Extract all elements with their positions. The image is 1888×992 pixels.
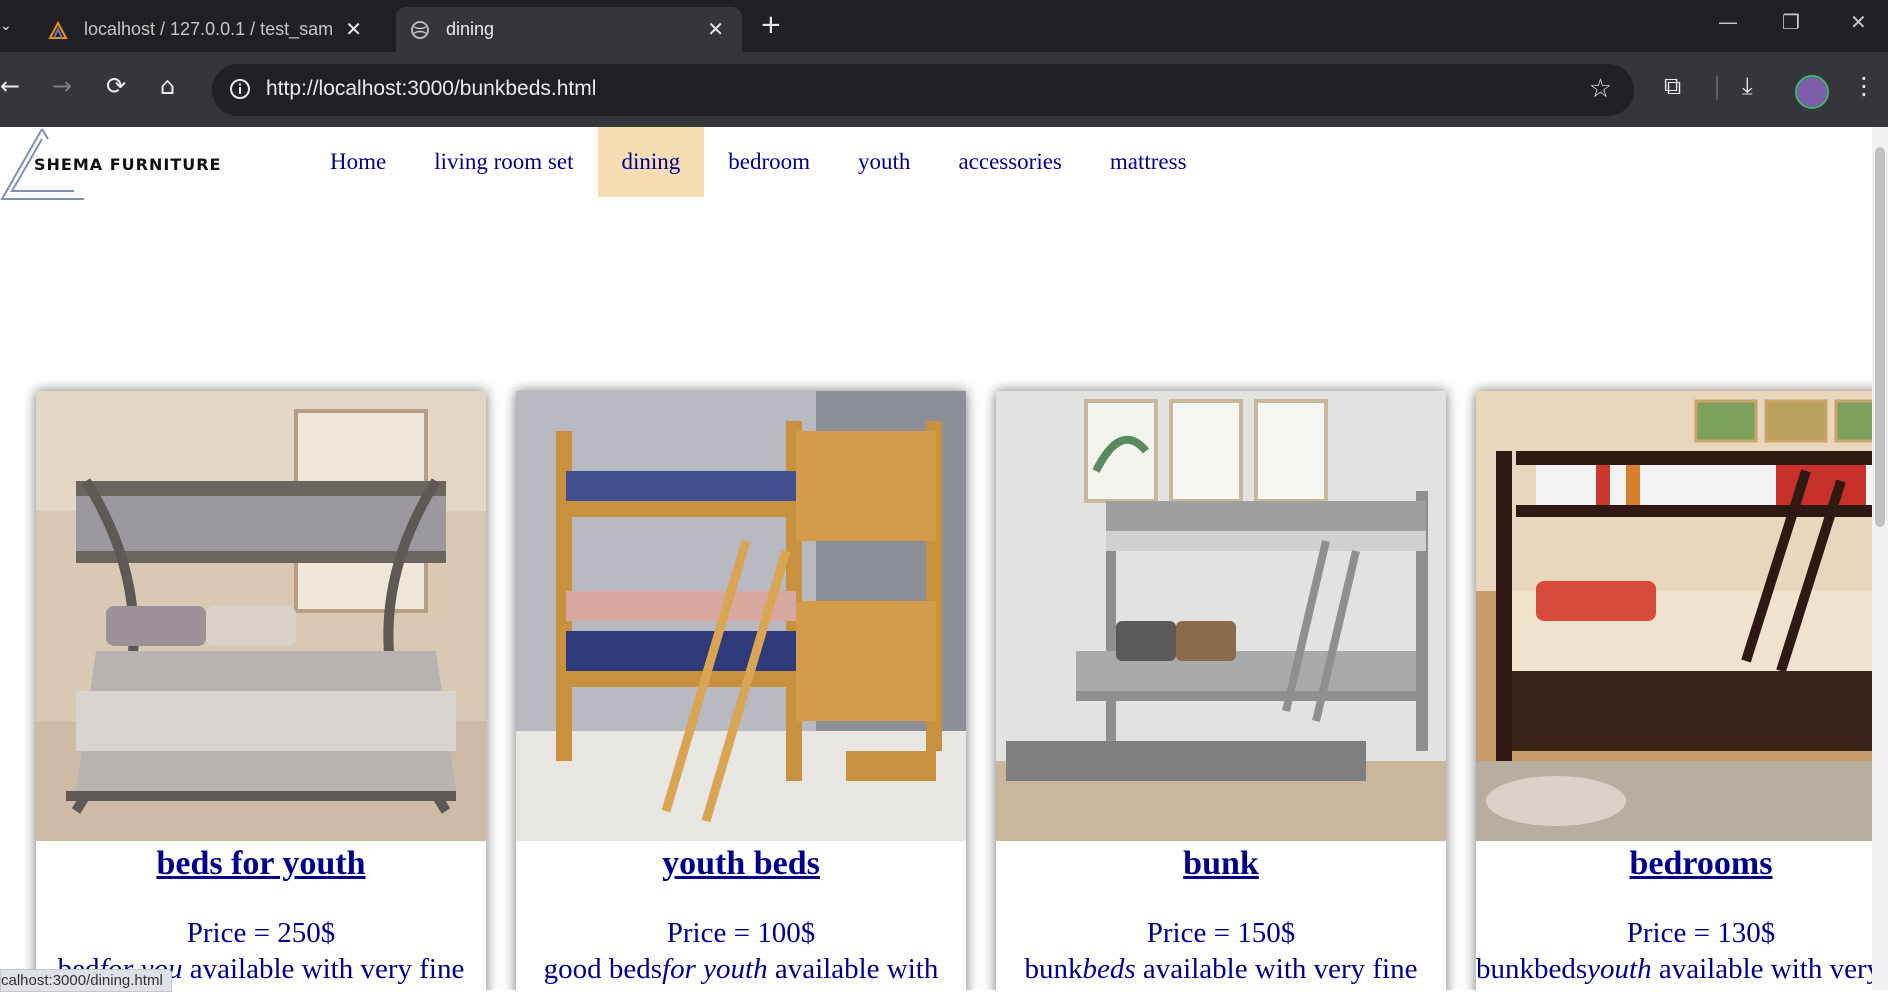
address-bar[interactable]: http://localhost:3000/bunkbeds.html ☆: [212, 64, 1634, 116]
wooden-bunk-bed-image: [516, 391, 966, 841]
product-title-link[interactable]: bunk: [996, 845, 1446, 883]
product-card: bunk Price = 150$ bunkbeds available wit…: [996, 391, 1446, 990]
main-nav: Home living room set dining bedroom yout…: [306, 127, 1211, 197]
home-icon[interactable]: ⌂: [160, 74, 175, 98]
profile-avatar[interactable]: [1795, 75, 1829, 109]
nav-youth[interactable]: youth: [834, 127, 934, 197]
browser-toolbar: ← → ⟳ ⌂ http://localhost:3000/bunkbeds.h…: [0, 52, 1888, 127]
product-price: Price = 250$: [186, 917, 336, 949]
product-card: youth beds Price = 100$ good bedsfor you…: [516, 391, 966, 990]
nav-home[interactable]: Home: [306, 127, 410, 197]
phpmyadmin-favicon-icon: [48, 20, 68, 39]
bookmark-star-icon[interactable]: ☆: [1589, 74, 1612, 104]
new-tab-plus-icon[interactable]: +: [760, 12, 782, 38]
globe-icon: [411, 21, 429, 39]
nav-mattress[interactable]: mattress: [1086, 127, 1211, 197]
tab-search-chevron-icon[interactable]: ⌄: [0, 12, 16, 40]
product-card: bedrooms Price = 130$ bunkbedsyouth avai…: [1476, 391, 1888, 990]
reload-icon[interactable]: ⟳: [106, 74, 126, 98]
product-price: Price = 130$: [1626, 917, 1776, 949]
product-description: bunkbedsyouth available with very fine: [1476, 953, 1888, 985]
logo-text: SHEMA FURNITURE: [34, 155, 222, 174]
product-price: Price = 100$: [666, 917, 816, 949]
product-title-link[interactable]: youth beds: [516, 845, 966, 883]
site-logo[interactable]: SHEMA FURNITURE: [0, 127, 260, 202]
close-tab-icon[interactable]: ✕: [345, 17, 362, 41]
back-arrow-icon[interactable]: ←: [0, 74, 20, 98]
product-description: good bedsfor youth available with: [543, 953, 939, 985]
url-text[interactable]: http://localhost:3000/bunkbeds.html: [266, 77, 596, 101]
more-menu-icon[interactable]: ⋮: [1852, 72, 1876, 100]
browser-tab-dining[interactable]: dining ✕: [396, 7, 742, 52]
tab-title: dining: [446, 19, 495, 39]
nav-accessories[interactable]: accessories: [934, 127, 1085, 197]
restore-window-icon[interactable]: ❐: [1782, 10, 1800, 34]
web-page: SHEMA FURNITURE Home living room set din…: [0, 127, 1888, 990]
nav-dining[interactable]: dining: [597, 127, 705, 197]
close-tab-icon[interactable]: ✕: [707, 17, 724, 41]
grey-bunk-bed-image: [996, 391, 1446, 841]
product-title-link[interactable]: bedrooms: [1476, 845, 1888, 883]
product-price: Price = 150$: [1146, 917, 1296, 949]
nav-bedroom[interactable]: bedroom: [704, 127, 834, 197]
metal-bunk-bed-image: [36, 391, 486, 841]
page-scrollbar[interactable]: [1872, 127, 1888, 990]
downloads-icon[interactable]: ⤓: [1742, 72, 1753, 100]
forward-arrow-icon[interactable]: →: [52, 74, 72, 98]
browser-tab-phpmyadmin[interactable]: localhost / 127.0.0.1 / test_samp ✕: [34, 7, 380, 52]
browser-tab-bar: ⌄ localhost / 127.0.0.1 / test_samp ✕ di…: [0, 0, 1888, 52]
close-window-icon[interactable]: ✕: [1850, 10, 1867, 34]
link-status-bar: calhost:3000/dining.html: [0, 969, 172, 992]
product-description: bunkbeds available with very fine: [1024, 953, 1418, 985]
tab-title: localhost / 127.0.0.1 / test_samp: [84, 19, 334, 39]
toolbar-divider: |: [1713, 72, 1722, 100]
nav-living-room-set[interactable]: living room set: [410, 127, 597, 197]
dark-bunk-bed-image: [1476, 391, 1888, 841]
product-title-link[interactable]: beds for youth: [36, 845, 486, 883]
scrollbar-thumb[interactable]: [1875, 147, 1885, 527]
extensions-puzzle-icon[interactable]: ⧉: [1664, 72, 1681, 100]
site-info-icon[interactable]: [228, 77, 252, 101]
product-card: beds for youth Price = 250$ bedfor you a…: [36, 391, 486, 990]
minimize-icon[interactable]: —: [1718, 10, 1738, 34]
